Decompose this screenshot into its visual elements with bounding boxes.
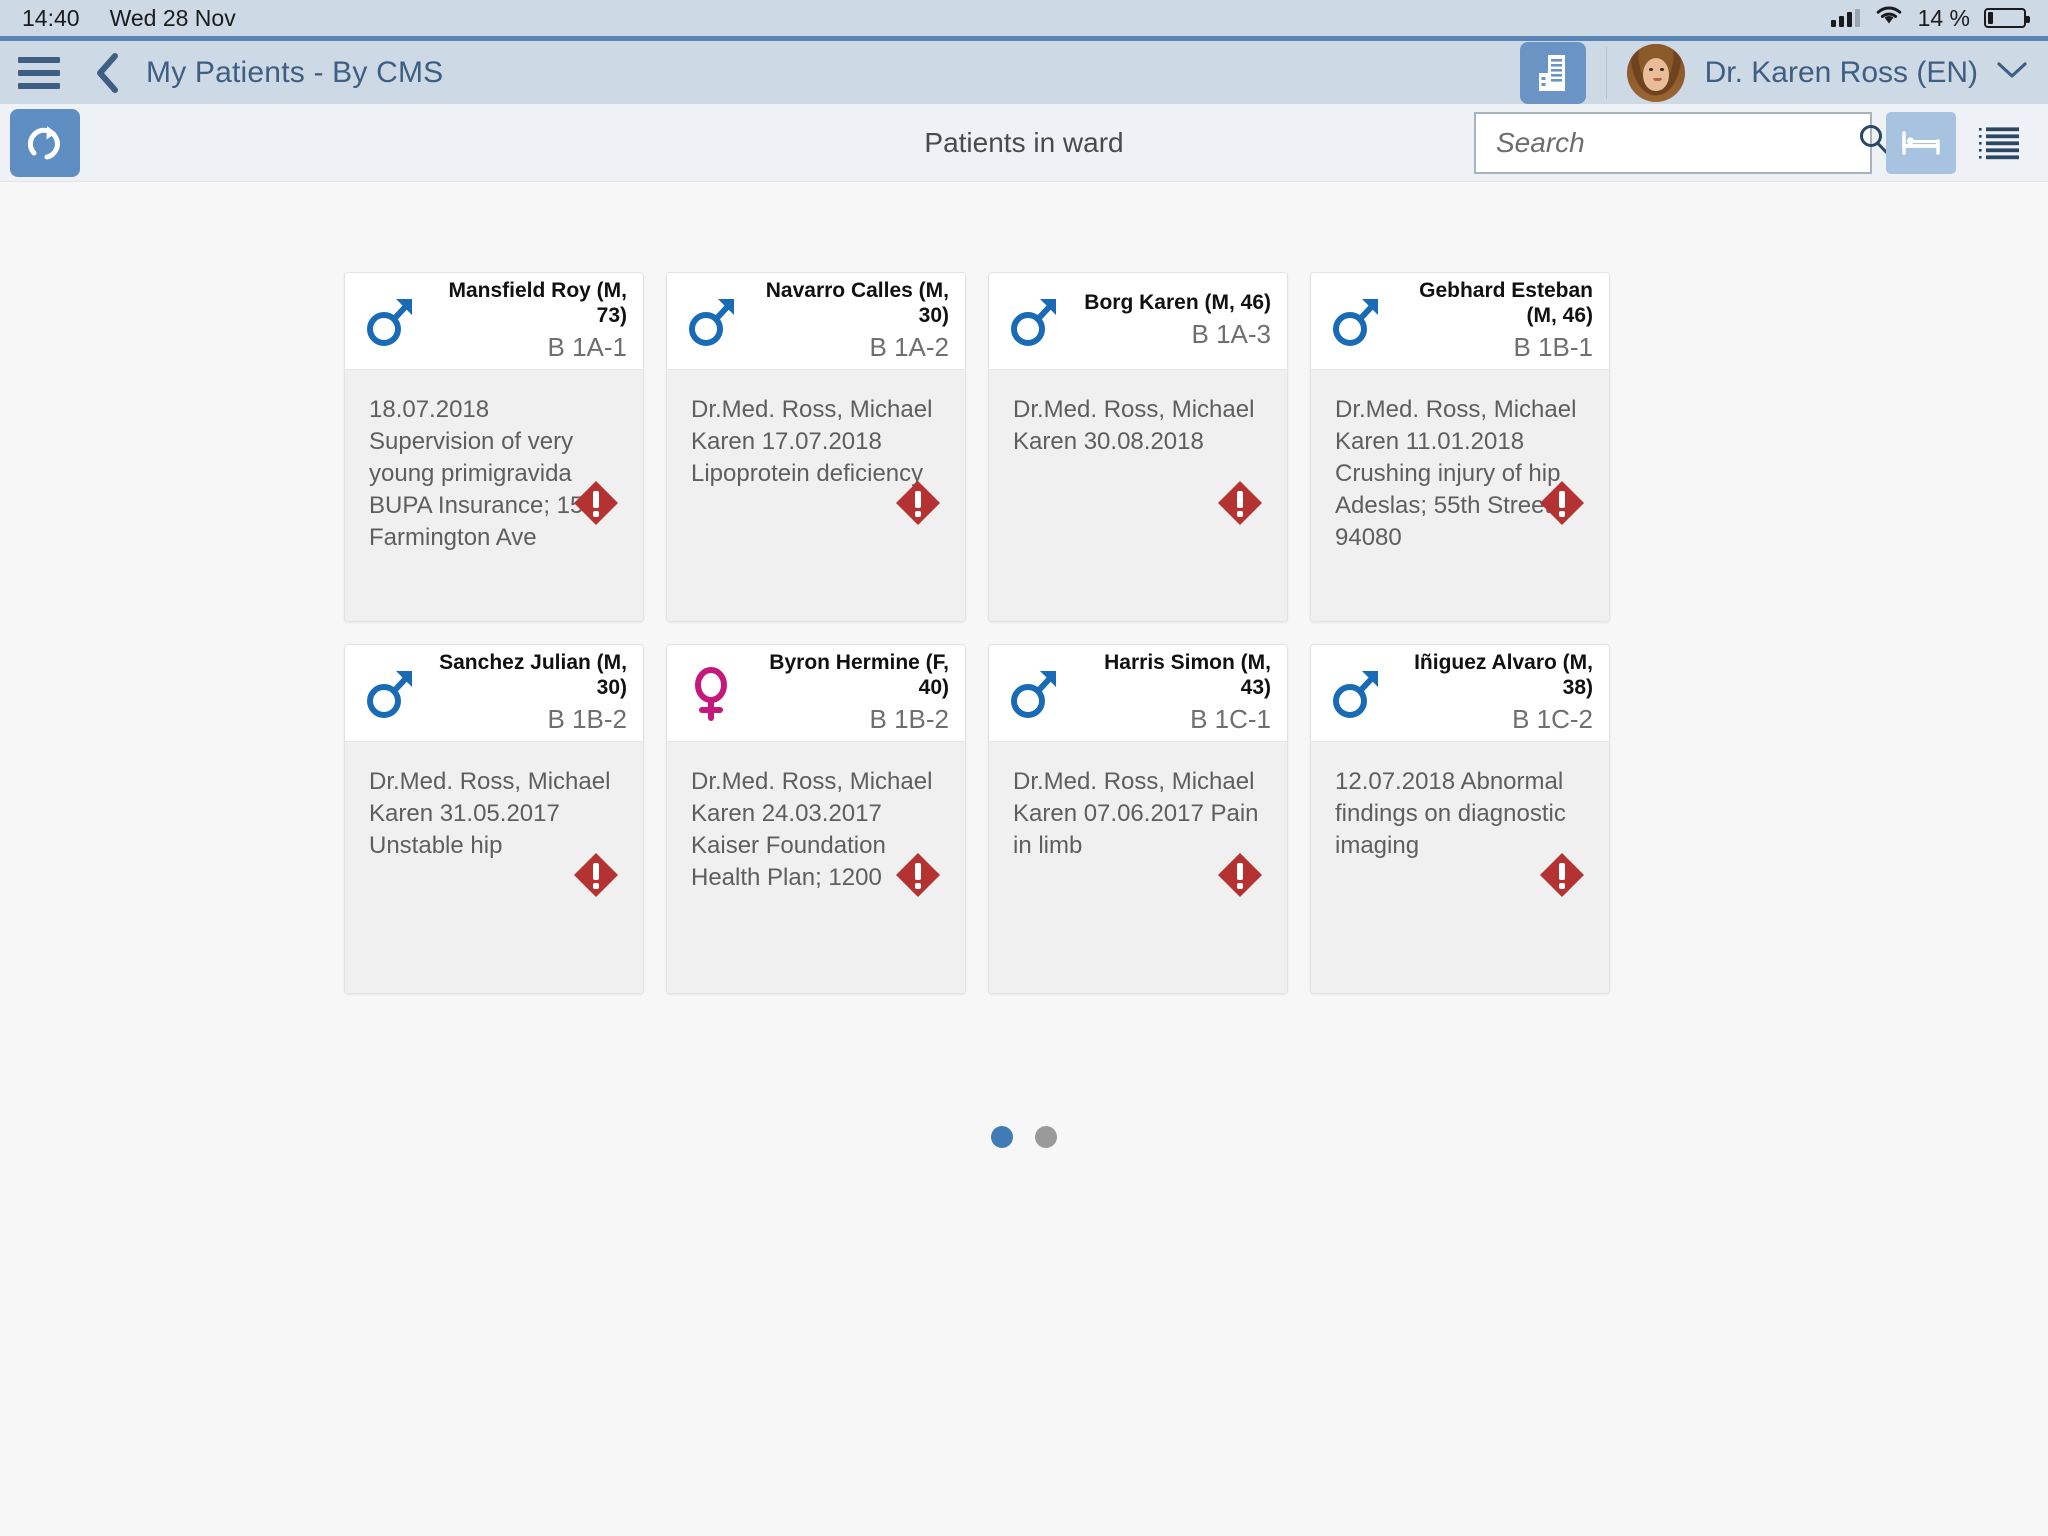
header-divider	[1605, 46, 1607, 99]
male-gender-icon	[367, 671, 412, 718]
sub-toolbar: Patients in ward	[0, 104, 2048, 182]
patient-name: Navarro Calles (M, 30)	[765, 278, 949, 327]
patient-card-header: Navarro Calles (M, 30) B 1A-2	[667, 273, 965, 369]
status-bar: 14:40 Wed 28 Nov 14 %	[0, 0, 2048, 36]
patient-card-body: Dr.Med. Ross, Michael Karen 24.03.2017 K…	[667, 741, 965, 993]
patient-name: Sanchez Julian (M, 30)	[439, 650, 627, 699]
patients-content: Mansfield Roy (M, 73) B 1A-1 18.07.2018 Su…	[0, 182, 2048, 1535]
search-field[interactable]	[1474, 111, 1889, 174]
chevron-down-icon[interactable]	[1996, 60, 2028, 85]
patient-bed: B 1A-2	[869, 331, 950, 362]
bed-view-icon[interactable]	[1886, 111, 1956, 174]
patient-name: Iñiguez Alvaro (M, 38)	[1414, 650, 1593, 699]
patient-card-body: Dr.Med. Ross, Michael Karen 31.05.2017 U…	[345, 741, 643, 993]
patient-details: Dr.Med. Ross, Michael Karen 31.05.2017 U…	[369, 768, 611, 859]
patient-bed: B 1A-1	[547, 331, 628, 362]
male-gender-icon	[1333, 671, 1378, 718]
user-menu-label[interactable]: Dr. Karen Ross (EN)	[1705, 56, 1978, 90]
list-view-icon[interactable]	[1970, 112, 2028, 174]
female-gender-icon	[681, 665, 741, 721]
patient-card-body: Dr.Med. Ross, Michael Karen 17.07.2018 L…	[667, 369, 965, 621]
patient-bed: B 1B-2	[547, 703, 628, 734]
male-gender-icon	[1325, 665, 1385, 721]
patient-card[interactable]: Byron Hermine (F, 40) B 1B-2 Dr.Med. Ross,…	[666, 644, 966, 994]
patient-card-header: Byron Hermine (F, 40) B 1B-2	[667, 645, 965, 741]
avatar[interactable]	[1626, 43, 1685, 102]
status-date: Wed 28 Nov	[109, 4, 236, 31]
alert-warning-icon[interactable]	[893, 478, 943, 533]
male-gender-icon	[1003, 665, 1063, 721]
patient-card-body: 12.07.2018 Abnormal findings on diagnost…	[1311, 741, 1609, 993]
back-chevron-icon[interactable]	[92, 52, 122, 94]
pagination-dot[interactable]	[991, 1126, 1013, 1148]
male-gender-icon	[1333, 299, 1378, 346]
patient-card-header: Gebhard Esteban (M, 46) B 1B-1	[1311, 273, 1609, 369]
male-gender-icon	[1325, 293, 1385, 349]
refresh-icon[interactable]	[10, 108, 80, 177]
patient-card[interactable]: Borg Karen (M, 46) B 1A-3 Dr.Med. Ross, Mi…	[988, 272, 1288, 622]
patient-card-header: Mansfield Roy (M, 73) B 1A-1	[345, 273, 643, 369]
patient-card[interactable]: Navarro Calles (M, 30) B 1A-2 Dr.Med. Ross…	[666, 272, 966, 622]
patient-card-body: Dr.Med. Ross, Michael Karen 11.01.2018 C…	[1311, 369, 1609, 621]
patient-card-header: Harris Simon (M, 43) B 1C-1	[989, 645, 1287, 741]
patient-card[interactable]: Harris Simon (M, 43) B 1C-1 Dr.Med. Ross, …	[988, 644, 1288, 994]
patient-bed: B 1A-3	[1191, 319, 1272, 350]
male-gender-icon	[359, 665, 419, 721]
patient-card-body: 18.07.2018 Supervision of very young pri…	[345, 369, 643, 621]
alert-warning-icon[interactable]	[1215, 478, 1265, 533]
alert-warning-icon[interactable]	[571, 850, 621, 905]
patient-card-grid: Mansfield Roy (M, 73) B 1A-1 18.07.2018 Su…	[344, 272, 1704, 994]
patient-bed: B 1C-2	[1512, 703, 1593, 734]
patient-card-body: Dr.Med. Ross, Michael Karen 07.06.2017 P…	[989, 741, 1287, 993]
male-gender-icon	[1003, 293, 1063, 349]
male-gender-icon	[689, 299, 734, 346]
patient-card[interactable]: Iñiguez Alvaro (M, 38) B 1C-2 12.07.2018 A…	[1310, 644, 1610, 994]
alert-warning-icon[interactable]	[893, 850, 943, 905]
male-gender-icon	[1011, 671, 1056, 718]
patient-details: 12.07.2018 Abnormal findings on diagnost…	[1335, 768, 1566, 859]
app-header: My Patients - By CMS Dr. Karen Ross (EN)	[0, 41, 2048, 104]
alert-warning-icon[interactable]	[1537, 850, 1587, 905]
wifi-icon	[1874, 4, 1904, 32]
alert-warning-icon[interactable]	[571, 478, 621, 533]
search-input[interactable]	[1496, 126, 1857, 159]
patient-name: Harris Simon (M, 43)	[1104, 650, 1271, 699]
patient-card[interactable]: Gebhard Esteban (M, 46) B 1B-1 Dr.Med. Ros…	[1310, 272, 1610, 622]
alert-warning-icon[interactable]	[1537, 478, 1587, 533]
patient-name: Borg Karen (M, 46)	[1084, 291, 1271, 315]
hamburger-menu-icon[interactable]	[18, 56, 60, 89]
battery-icon	[1984, 8, 2030, 28]
male-gender-icon	[681, 293, 741, 349]
patient-details: Dr.Med. Ross, Michael Karen 17.07.2018 L…	[691, 396, 933, 487]
patient-name: Mansfield Roy (M, 73)	[448, 278, 627, 327]
pagination	[0, 1126, 2048, 1148]
patient-bed: B 1C-1	[1190, 703, 1271, 734]
patient-name: Byron Hermine (F, 40)	[769, 650, 949, 699]
page-title: My Patients - By CMS	[146, 55, 444, 89]
male-gender-icon	[359, 293, 419, 349]
toolbar-actions	[1474, 111, 2028, 174]
male-gender-icon	[1011, 299, 1056, 346]
patient-bed: B 1B-1	[1513, 331, 1594, 362]
patient-card[interactable]: Mansfield Roy (M, 73) B 1A-1 18.07.2018 Su…	[344, 272, 644, 622]
patient-details: Dr.Med. Ross, Michael Karen 30.08.2018	[1013, 396, 1255, 455]
patient-name: Gebhard Esteban (M, 46)	[1419, 278, 1593, 327]
patient-card-header: Iñiguez Alvaro (M, 38) B 1C-2	[1311, 645, 1609, 741]
hospital-building-icon[interactable]	[1519, 41, 1586, 104]
alert-warning-icon[interactable]	[1215, 850, 1265, 905]
header-actions: Dr. Karen Ross (EN)	[1519, 41, 2028, 104]
patient-card-body: Dr.Med. Ross, Michael Karen 30.08.2018	[989, 369, 1287, 621]
patient-details: Dr.Med. Ross, Michael Karen 07.06.2017 P…	[1013, 768, 1259, 859]
battery-percent: 14 %	[1917, 4, 1970, 31]
signal-bars-icon	[1830, 9, 1860, 27]
status-time: 14:40	[22, 4, 80, 31]
patient-card-header: Borg Karen (M, 46) B 1A-3	[989, 273, 1287, 369]
patient-card-header: Sanchez Julian (M, 30) B 1B-2	[345, 645, 643, 741]
patient-bed: B 1B-2	[869, 703, 950, 734]
female-gender-icon	[695, 667, 727, 721]
patient-card[interactable]: Sanchez Julian (M, 30) B 1B-2 Dr.Med. Ross…	[344, 644, 644, 994]
male-gender-icon	[367, 299, 412, 346]
pagination-dot[interactable]	[1035, 1126, 1057, 1148]
